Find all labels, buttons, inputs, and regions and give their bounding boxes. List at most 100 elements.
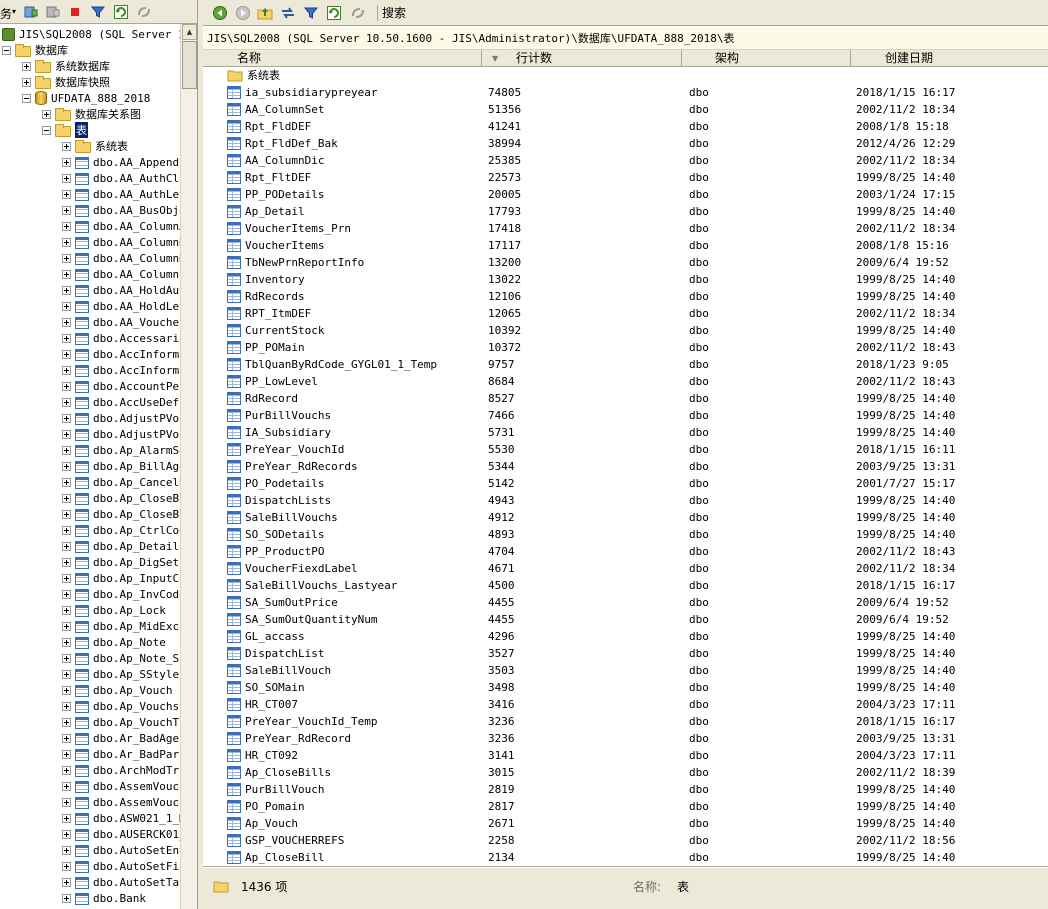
tree-node[interactable]: dbo.AutoSetTabl: [62, 874, 180, 890]
table-row[interactable]: IA_Subsidiary 5731 dbo 1999/8/25 14:40: [203, 424, 1048, 441]
tree-node[interactable]: 数据库: [2, 42, 68, 58]
expand-icon[interactable]: [62, 637, 71, 647]
tree-node[interactable]: dbo.Ap_Vouch: [62, 682, 172, 698]
dropdown-arrow-icon[interactable]: ▾: [12, 7, 16, 16]
expand-icon[interactable]: [62, 557, 71, 567]
tree-node[interactable]: JIS\SQL2008 (SQL Server 10.: [2, 26, 180, 42]
table-row[interactable]: HR_CT092 3141 dbo 2004/3/23 17:11: [203, 747, 1048, 764]
tree-node[interactable]: dbo.Ap_Vouchs: [62, 698, 179, 714]
tree-node[interactable]: UFDATA_888_2018: [22, 90, 150, 106]
table-row[interactable]: Ap_CloseBills 3015 dbo 2002/11/2 18:39: [203, 764, 1048, 781]
expand-icon[interactable]: [62, 893, 71, 903]
table-row[interactable]: Rpt_FldDef_Bak 38994 dbo 2012/4/26 12:29: [203, 135, 1048, 152]
expand-icon[interactable]: [62, 205, 71, 215]
tree-node[interactable]: 表: [42, 122, 88, 138]
expand-icon[interactable]: [62, 765, 71, 775]
tree-node[interactable]: dbo.AA_AuthLeve: [62, 186, 180, 202]
tree-node[interactable]: dbo.AA_VoucherC: [62, 314, 180, 330]
expand-icon[interactable]: [62, 621, 71, 631]
expand-icon[interactable]: [62, 509, 71, 519]
tree-node[interactable]: dbo.Ar_BadPara: [62, 746, 180, 762]
table-row[interactable]: SO_SODetails 4893 dbo 1999/8/25 14:40: [203, 526, 1048, 543]
tree-node[interactable]: dbo.Ap_CloseBil: [62, 490, 180, 506]
tree-node[interactable]: dbo.AssemVouch: [62, 778, 180, 794]
table-row[interactable]: CurrentStock 10392 dbo 1999/8/25 14:40: [203, 322, 1048, 339]
table-row[interactable]: Ap_Vouch 2671 dbo 1999/8/25 14:40: [203, 815, 1048, 832]
tree-node[interactable]: dbo.AdjustPVouc: [62, 410, 180, 426]
filter-icon[interactable]: [89, 3, 106, 20]
tree-node[interactable]: dbo.AA_ColumnSe: [62, 266, 180, 282]
tree-node[interactable]: dbo.Ap_Note: [62, 634, 166, 650]
tree-node[interactable]: dbo.Ar_BadAge: [62, 730, 179, 746]
table-row[interactable]: PreYear_VouchId_Temp 3236 dbo 2018/1/15 16:…: [203, 713, 1048, 730]
sync-disabled-icon[interactable]: [349, 4, 367, 22]
expand-icon[interactable]: [62, 717, 71, 727]
tree-node[interactable]: dbo.AA_BusObjec: [62, 202, 180, 218]
expand-icon[interactable]: [62, 573, 71, 583]
expand-icon[interactable]: [62, 701, 71, 711]
collapse-icon[interactable]: [42, 125, 51, 135]
table-row[interactable]: TbNewPrnReportInfo 13200 dbo 2009/6/4 19:52: [203, 254, 1048, 271]
expand-icon[interactable]: [62, 605, 71, 615]
table-row[interactable]: PP_ProductPO 4704 dbo 2002/11/2 18:43: [203, 543, 1048, 560]
tree-node[interactable]: dbo.AccInformat: [62, 346, 180, 362]
tree-node[interactable]: dbo.Ap_InputCod: [62, 570, 180, 586]
expand-icon[interactable]: [62, 237, 71, 247]
table-row[interactable]: PurBillVouchs 7466 dbo 1999/8/25 14:40: [203, 407, 1048, 424]
tree-node[interactable]: dbo.AA_ColumnDi: [62, 234, 180, 250]
tree-node[interactable]: dbo.AA_ColumnAu: [62, 218, 180, 234]
tree-node[interactable]: dbo.Ap_Note_Sub: [62, 650, 180, 666]
table-row[interactable]: Inventory 13022 dbo 1999/8/25 14:40: [203, 271, 1048, 288]
table-row[interactable]: AA_ColumnSet 51356 dbo 2002/11/2 18:34: [203, 101, 1048, 118]
stop-icon[interactable]: [66, 3, 83, 20]
tree-node[interactable]: dbo.AA_ColumnKe: [62, 250, 180, 266]
scroll-up-icon[interactable]: ▲: [182, 24, 197, 40]
collapse-icon[interactable]: [22, 93, 31, 103]
tree-node[interactable]: dbo.Bank: [62, 890, 146, 906]
tree-node[interactable]: dbo.AutoSetFiel: [62, 858, 180, 874]
expand-icon[interactable]: [62, 829, 71, 839]
tree-node[interactable]: dbo.AccInformat: [62, 362, 180, 378]
refresh-icon[interactable]: [325, 4, 343, 22]
table-row[interactable]: PP_POMain 10372 dbo 2002/11/2 18:43: [203, 339, 1048, 356]
expand-icon[interactable]: [62, 365, 71, 375]
table-row[interactable]: Rpt_FltDEF 22573 dbo 1999/8/25 14:40: [203, 169, 1048, 186]
expand-icon[interactable]: [62, 749, 71, 759]
table-row[interactable]: SaleBillVouchs 4912 dbo 1999/8/25 14:40: [203, 509, 1048, 526]
table-row[interactable]: PreYear_VouchId 5530 dbo 2018/1/15 16:11: [203, 441, 1048, 458]
connect-icon[interactable]: [22, 3, 39, 20]
expand-icon[interactable]: [62, 157, 71, 167]
tree-node[interactable]: dbo.Ap_CancelNo: [62, 474, 180, 490]
table-row[interactable]: Ap_CloseBill 2134 dbo 1999/8/25 14:40: [203, 849, 1048, 865]
tree-vertical-scrollbar[interactable]: ▲: [180, 24, 197, 909]
expand-icon[interactable]: [62, 285, 71, 295]
expand-icon[interactable]: [62, 221, 71, 231]
expand-icon[interactable]: [62, 461, 71, 471]
tree-node[interactable]: dbo.Ap_InvCode: [62, 586, 180, 602]
disconnect-icon[interactable]: [44, 3, 61, 20]
tree-node[interactable]: dbo.Ap_DigSet: [62, 554, 179, 570]
expand-icon[interactable]: [62, 429, 71, 439]
tree-node[interactable]: dbo.Ap_CtrlCode: [62, 522, 180, 538]
tree-node[interactable]: dbo.Ap_VouchTyp: [62, 714, 180, 730]
back-icon[interactable]: [211, 4, 229, 22]
table-row[interactable]: SaleBillVouchs_Lastyear 4500 dbo 2018/1/15 …: [203, 577, 1048, 594]
expand-icon[interactable]: [62, 349, 71, 359]
tree-node[interactable]: 系统表: [62, 138, 128, 154]
table-row[interactable]: Ap_Detail 17793 dbo 1999/8/25 14:40: [203, 203, 1048, 220]
tree-node[interactable]: dbo.AA_Appendix: [62, 154, 180, 170]
column-header-row-count[interactable]: ▼ 行计数: [482, 50, 682, 67]
tree-node[interactable]: dbo.Ap_CloseBil: [62, 506, 180, 522]
expand-icon[interactable]: [62, 685, 71, 695]
expand-icon[interactable]: [62, 733, 71, 743]
search-button[interactable]: 搜索: [377, 5, 406, 21]
table-row[interactable]: SaleBillVouch 3503 dbo 1999/8/25 14:40: [203, 662, 1048, 679]
column-header-schema[interactable]: 架构: [682, 50, 851, 67]
table-row[interactable]: DispatchList 3527 dbo 1999/8/25 14:40: [203, 645, 1048, 662]
expand-icon[interactable]: [62, 797, 71, 807]
sync-icon[interactable]: [279, 4, 297, 22]
expand-icon[interactable]: [62, 525, 71, 535]
tree-node[interactable]: dbo.Ap_AlarmSet: [62, 442, 180, 458]
tree-node[interactable]: 数据库关系图: [42, 106, 141, 122]
column-header-created[interactable]: 创建日期: [851, 50, 1048, 67]
